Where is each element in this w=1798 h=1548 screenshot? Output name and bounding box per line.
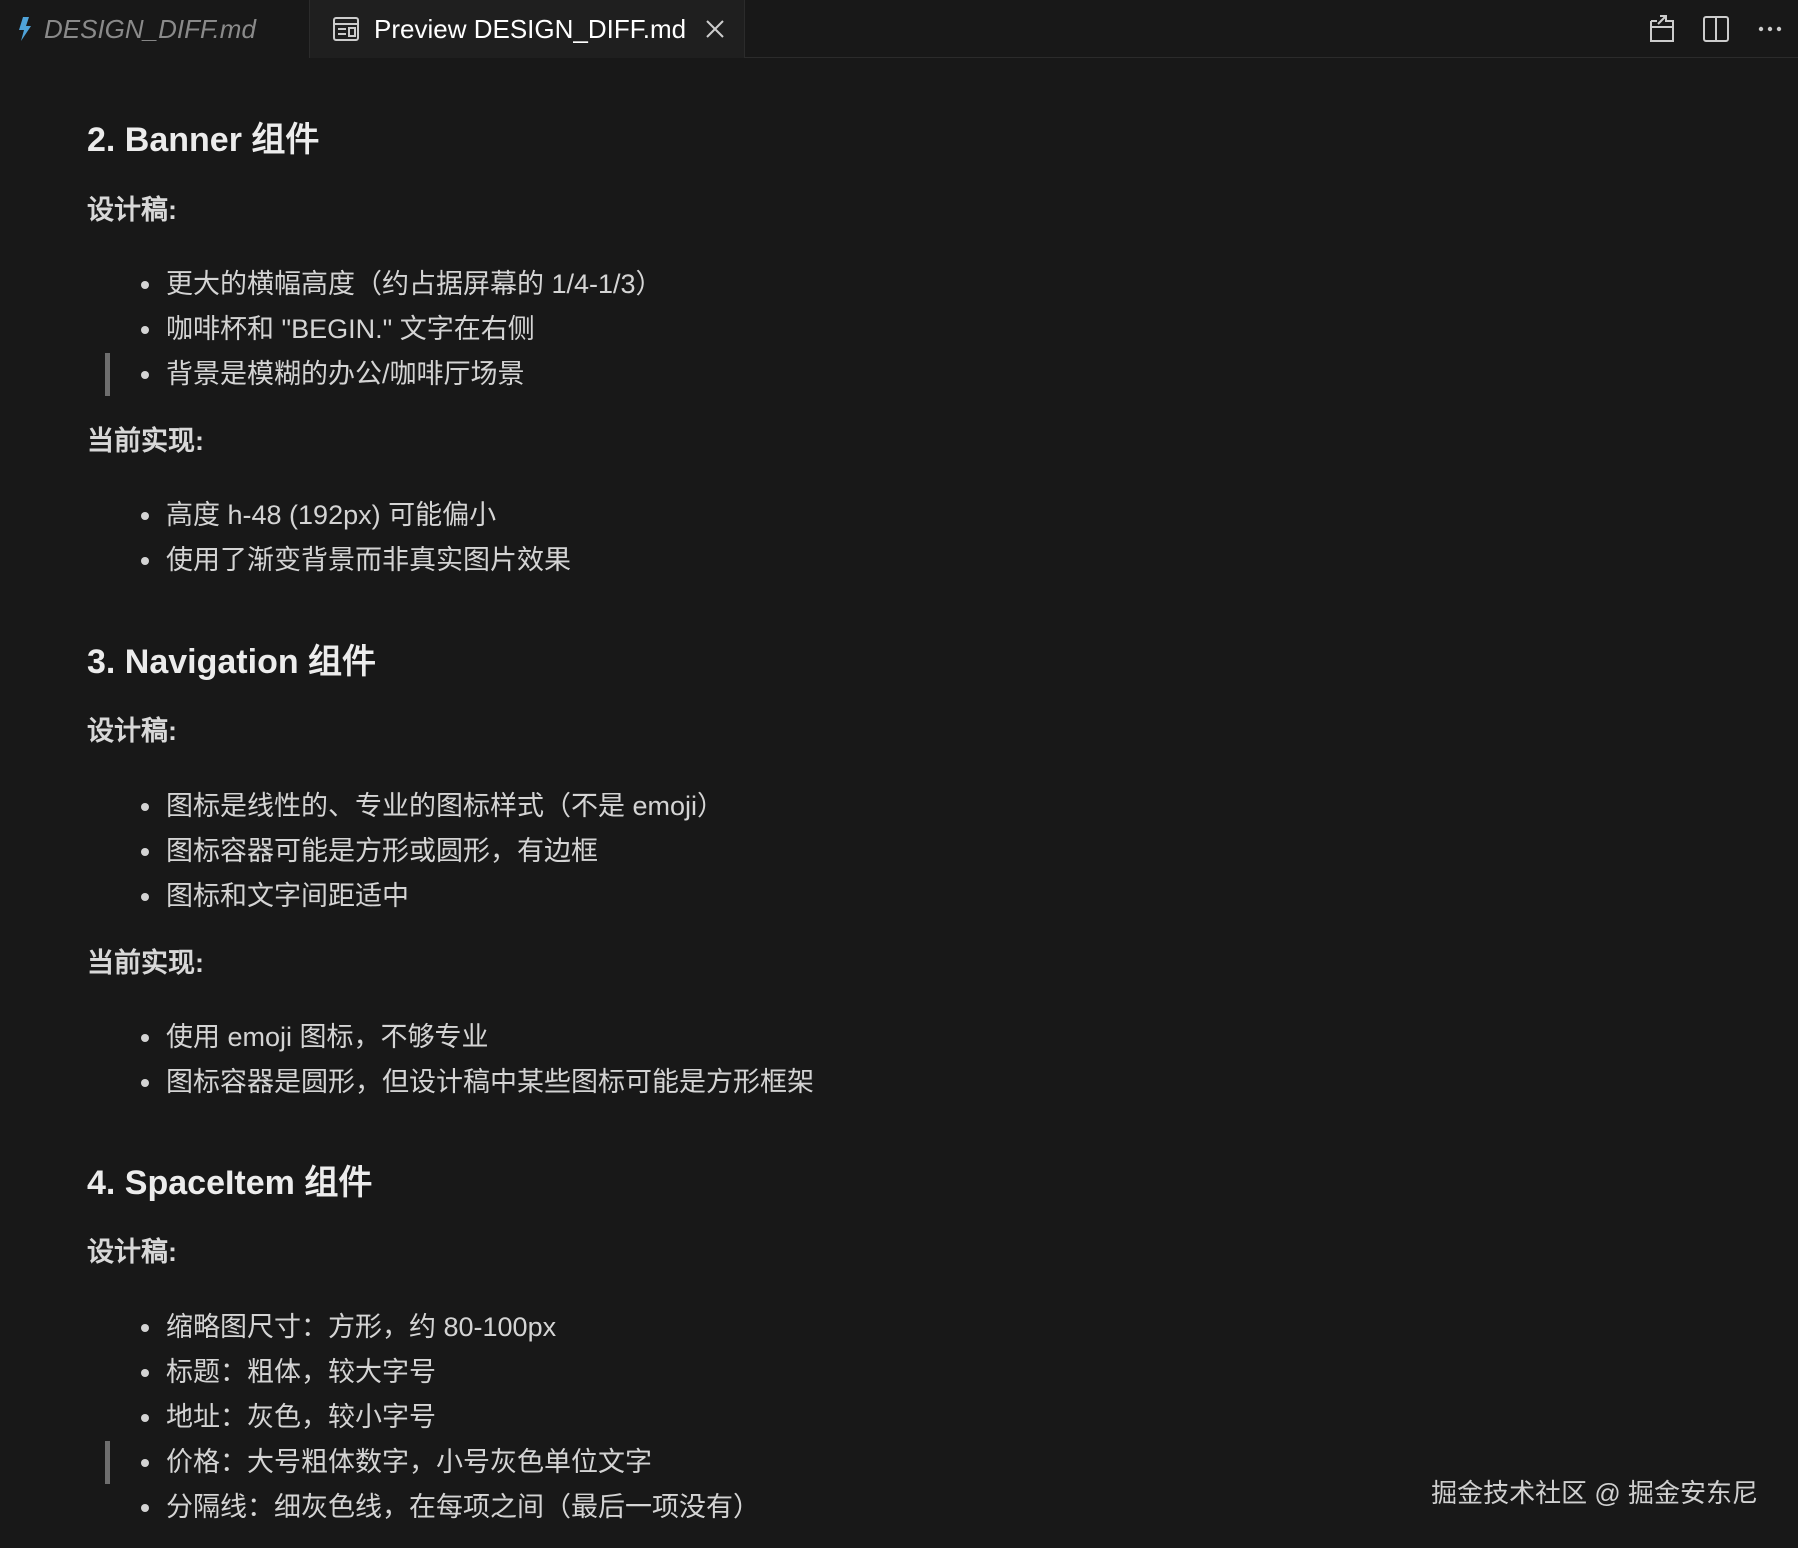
design-list: 更大的横幅高度（约占据屏幕的 1/4-1/3） 咖啡杯和 "BEGIN." 文字…	[87, 262, 663, 397]
tab-preview-design-diff-md[interactable]: Preview DESIGN_DIFF.md	[310, 0, 745, 58]
design-label: 设计稿:	[87, 1237, 177, 1267]
section-banner: 2. Banner 组件 设计稿: 更大的横幅高度（约占据屏幕的 1/4-1/3…	[87, 115, 1687, 575]
current-list: 高度 h-48 (192px) 可能偏小 使用了渐变背景而非真实图片效果	[87, 493, 571, 583]
tab-label: DESIGN_DIFF.md	[44, 13, 256, 44]
design-list: 图标是线性的、专业的图标样式（不是 emoji） 图标容器可能是方形或圆形，有边…	[87, 784, 724, 919]
close-icon[interactable]	[704, 18, 726, 40]
section-spaceitem: 4. SpaceItem 组件 设计稿: 缩略图尺寸：方形，约 80-100px…	[87, 1158, 1687, 1522]
section-navigation: 3. Navigation 组件 设计稿: 图标是线性的、专业的图标样式（不是 …	[87, 637, 1687, 1097]
editor-tab-bar: DESIGN_DIFF.md Preview DESIGN_DIFF.md	[0, 0, 1798, 58]
watermark: 掘金技术社区 @ 掘金安东尼	[1431, 1478, 1758, 1508]
list-item: 背景是模糊的办公/咖啡厅场景	[87, 352, 663, 397]
list-item: 高度 h-48 (192px) 可能偏小	[87, 493, 571, 538]
more-actions-icon[interactable]	[1754, 13, 1786, 45]
list-item: 更大的横幅高度（约占据屏幕的 1/4-1/3）	[87, 262, 663, 307]
markdown-preview[interactable]: 2. Banner 组件 设计稿: 更大的横幅高度（约占据屏幕的 1/4-1/3…	[0, 58, 1798, 1548]
list-item: 图标是线性的、专业的图标样式（不是 emoji）	[87, 784, 724, 829]
markdown-icon	[19, 17, 31, 41]
list-item: 咖啡杯和 "BEGIN." 文字在右侧	[87, 307, 663, 352]
list-item: 标题：粗体，较大字号	[87, 1350, 760, 1395]
design-label: 设计稿:	[87, 716, 177, 746]
list-item: 使用了渐变背景而非真实图片效果	[87, 538, 571, 583]
line-marker	[105, 1441, 110, 1484]
current-list: 使用 emoji 图标，不够专业 图标容器是圆形，但设计稿中某些图标可能是方形框…	[87, 1015, 814, 1105]
open-source-icon[interactable]	[1646, 13, 1678, 45]
list-item: 地址：灰色，较小字号	[87, 1395, 760, 1440]
line-marker	[105, 353, 110, 396]
section-heading: 3. Navigation 组件	[87, 643, 377, 681]
list-item: 使用 emoji 图标，不够专业	[87, 1015, 814, 1060]
list-item: 价格：大号粗体数字，小号灰色单位文字	[87, 1440, 760, 1485]
editor-actions	[1646, 0, 1786, 58]
current-label: 当前实现:	[87, 426, 204, 456]
list-item: 图标容器是圆形，但设计稿中某些图标可能是方形框架	[87, 1060, 814, 1105]
tab-label: Preview DESIGN_DIFF.md	[374, 13, 687, 44]
section-heading: 2. Banner 组件	[87, 121, 320, 159]
split-editor-icon[interactable]	[1700, 13, 1732, 45]
list-item: 缩略图尺寸：方形，约 80-100px	[87, 1305, 760, 1350]
list-item: 图标容器可能是方形或圆形，有边框	[87, 829, 724, 874]
design-label: 设计稿:	[87, 195, 177, 225]
current-label: 当前实现:	[87, 948, 204, 978]
tab-design-diff-md[interactable]: DESIGN_DIFF.md	[0, 0, 310, 58]
design-list: 缩略图尺寸：方形，约 80-100px 标题：粗体，较大字号 地址：灰色，较小字…	[87, 1305, 760, 1530]
preview-icon	[333, 17, 359, 41]
list-item: 分隔线：细灰色线，在每项之间（最后一项没有）	[87, 1485, 760, 1530]
list-item: 图标和文字间距适中	[87, 874, 724, 919]
list-item-text: 价格：大号粗体数字，小号灰色单位文字	[166, 1447, 652, 1477]
section-heading: 4. SpaceItem 组件	[87, 1164, 373, 1202]
list-item-text: 背景是模糊的办公/咖啡厅场景	[166, 359, 525, 389]
